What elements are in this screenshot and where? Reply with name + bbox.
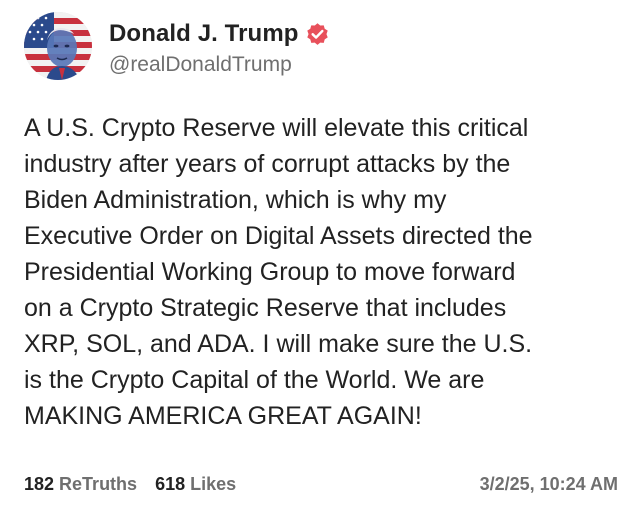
author-display-name[interactable]: Donald J. Trump <box>109 20 299 48</box>
post-body-line: A U.S. Crypto Reserve will elevate this … <box>24 114 529 142</box>
verified-badge-icon <box>305 22 330 47</box>
author-handle[interactable]: @realDonaldTrump <box>109 53 292 77</box>
post-body-line: XRP, SOL, and ADA. I will make sure the … <box>24 330 533 358</box>
post-body-line: industry after years of corrupt attacks … <box>24 150 511 178</box>
post-body-line: Presidential Working Group to move forwa… <box>24 258 516 286</box>
post-body: A U.S. Crypto Reserve will elevate this … <box>24 110 624 434</box>
author-name-row: Donald J. Trump <box>109 18 330 50</box>
retruths-label: ReTruths <box>59 474 138 494</box>
post-body-line: is the Crypto Capital of the World. We a… <box>24 366 485 394</box>
author-avatar[interactable] <box>24 12 92 80</box>
likes-count: 618 <box>155 474 186 494</box>
likes-label: Likes <box>190 474 237 494</box>
retruths-count: 182 <box>24 474 55 494</box>
retruths-stat[interactable]: 182 ReTruths <box>24 474 137 495</box>
post-body-line: on a Crypto Strategic Reserve that inclu… <box>24 294 507 322</box>
post-body-line: Executive Order on Digital Assets direct… <box>24 222 533 250</box>
likes-stat[interactable]: 618 Likes <box>155 474 236 495</box>
post-stats: 182 ReTruths 618 Likes <box>24 474 236 495</box>
post-body-line: Biden Administration, which is why my <box>24 186 447 214</box>
post-timestamp[interactable]: 3/2/25, 10:24 AM <box>480 474 618 495</box>
truth-post: Donald J. Trump @realDonaldTrump A U.S. … <box>0 0 640 512</box>
avatar-image <box>24 12 92 80</box>
post-body-line: MAKING AMERICA GREAT AGAIN! <box>24 402 422 430</box>
